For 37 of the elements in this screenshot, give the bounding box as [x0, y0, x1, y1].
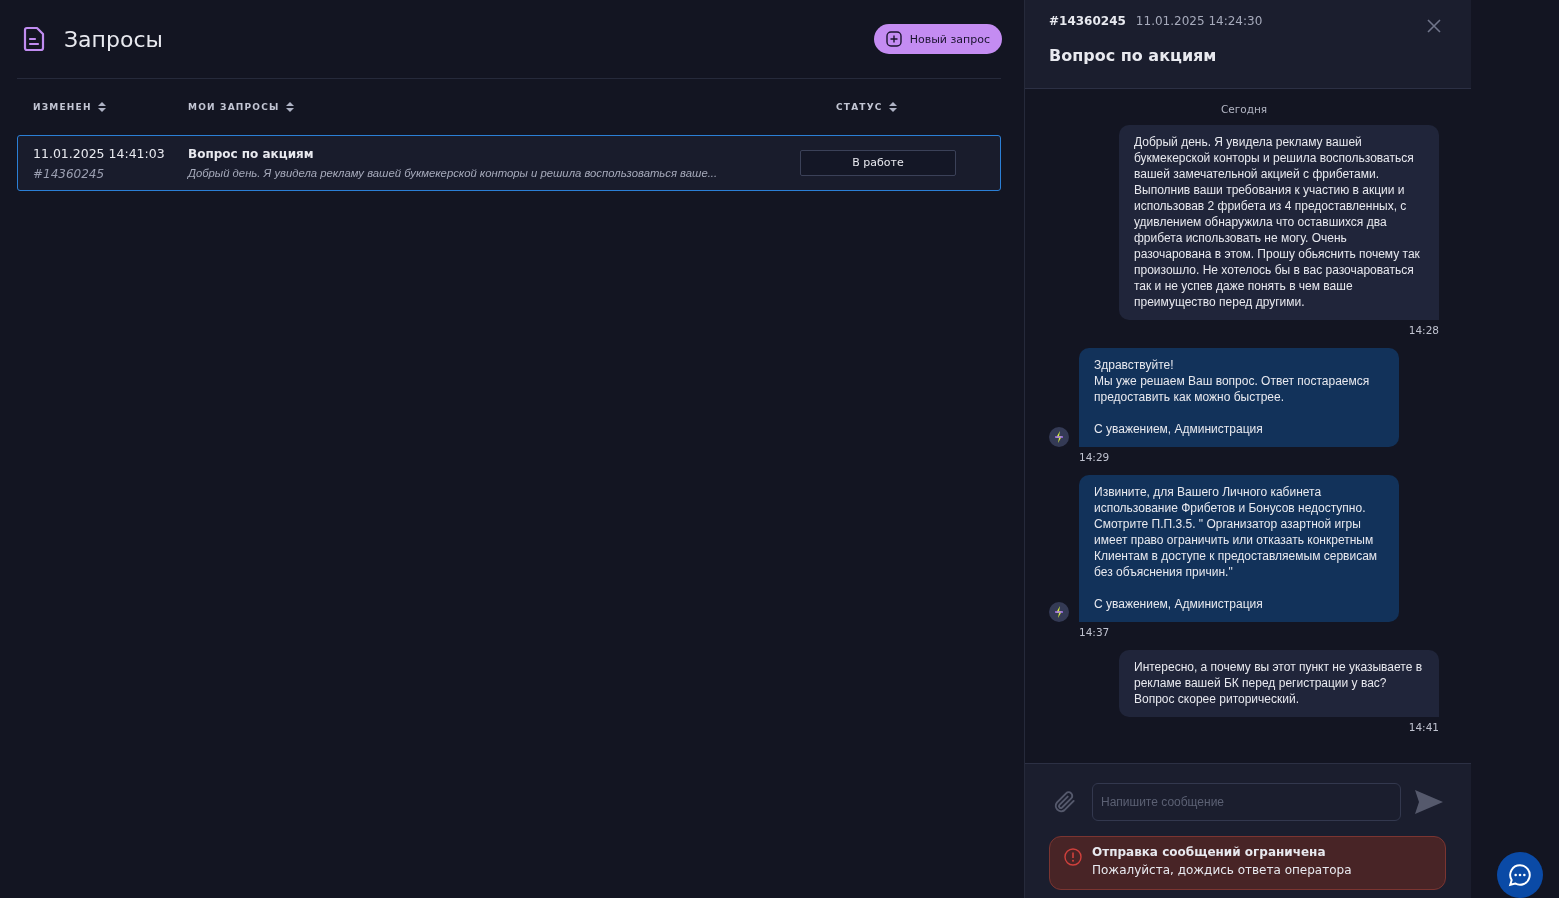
sort-icon[interactable]: [97, 102, 106, 112]
chat-button[interactable]: [1497, 852, 1543, 898]
message-time: 14:29: [1079, 451, 1111, 463]
request-number: #14360245: [33, 166, 106, 181]
column-header[interactable]: СТАТУС: [836, 102, 883, 112]
warning-icon: [1064, 848, 1082, 866]
operator-avatar-icon: [1049, 427, 1069, 447]
message-time: 14:41: [1408, 721, 1439, 733]
new-request-button[interactable]: Новый запрос: [873, 24, 1002, 54]
plus-icon: [885, 31, 902, 47]
day-label: Сегодня: [1220, 103, 1268, 115]
request-number: #14360245: [1049, 14, 1126, 28]
column-header[interactable]: ИЗМЕНЕН: [33, 102, 92, 112]
send-icon[interactable]: [1415, 790, 1443, 814]
page-title: Запросы: [64, 26, 164, 52]
column-header[interactable]: МОИ ЗАПРОСЫ: [188, 102, 280, 112]
chat-title: Вопрос по акциям: [1049, 46, 1218, 65]
status-badge: В работе: [800, 150, 956, 176]
alert-message: Пожалуйста, дождись ответа оператора: [1092, 863, 1352, 877]
sort-icon[interactable]: [285, 102, 294, 112]
date-text: 11.01.2025 14:24:30: [1135, 14, 1263, 28]
message-time: 14:37: [1079, 626, 1111, 638]
alert-title: Отправка сообщений ограничена: [1092, 845, 1327, 859]
request-subject: Вопрос по акциям: [188, 147, 315, 161]
date-text: 11.01.2025 14:41:03: [33, 145, 166, 161]
message-input[interactable]: Напишите сообщение: [1092, 783, 1401, 821]
sort-icon[interactable]: [888, 102, 897, 112]
close-icon[interactable]: [1427, 19, 1441, 33]
message-bubble: Добрый день. Я увидела рекламу вашей букмекерской конторы и решила воспользоваться вашей замечательной акцией с фрибетами. Выполнив ваши требования к участию в акции и использовав 2 фрибета из 4 предоставленных, с удивлением обнаружила что оставшихся два фрибета использовать не могу. Очень разочарована в этом. Прошу обьяснить почему так произошло. Не хотелось бы в вас разочароваться так и не успев даже понять в чем ваше преимущество перед другими.: [1119, 125, 1439, 320]
message-bubble: Извините, для Вашего Личного кабинета использование Фрибетов и Бонусов недоступно. Смотрите П.П.3.5. " Организатор азартной игры имеет право ограничить или отказать конкретным Клиентам в доступе к предоставляемым сервисам без объяснения причин." С уважением, Администрация: [1079, 475, 1399, 622]
request-row[interactable]: 11.01.2025 14:41:03 #14360245 Вопрос по акциям Добрый день. Я увидела рекламу вашей букмекерской конторы и решила воспользоваться ваше... В работе: [17, 135, 1001, 191]
message-bubble: Интересно, а почему вы этот пункт не указываете в рекламе вашей БК перед регистрации у вас? Вопрос скорее риторический.: [1119, 650, 1439, 717]
chat-bubble-icon: [1507, 862, 1533, 888]
operator-avatar-icon: [1049, 602, 1069, 622]
message-time: 14:28: [1408, 324, 1439, 336]
message-bubble: Здравствуйте! Мы уже решаем Ваш вопрос. Ответ постараемся предоставить как можно быстрее. С уважением, Администрация: [1079, 348, 1399, 447]
request-preview: Добрый день. Я увидела рекламу вашей букмекерской конторы и решила воспользоваться ваше...: [188, 167, 719, 179]
